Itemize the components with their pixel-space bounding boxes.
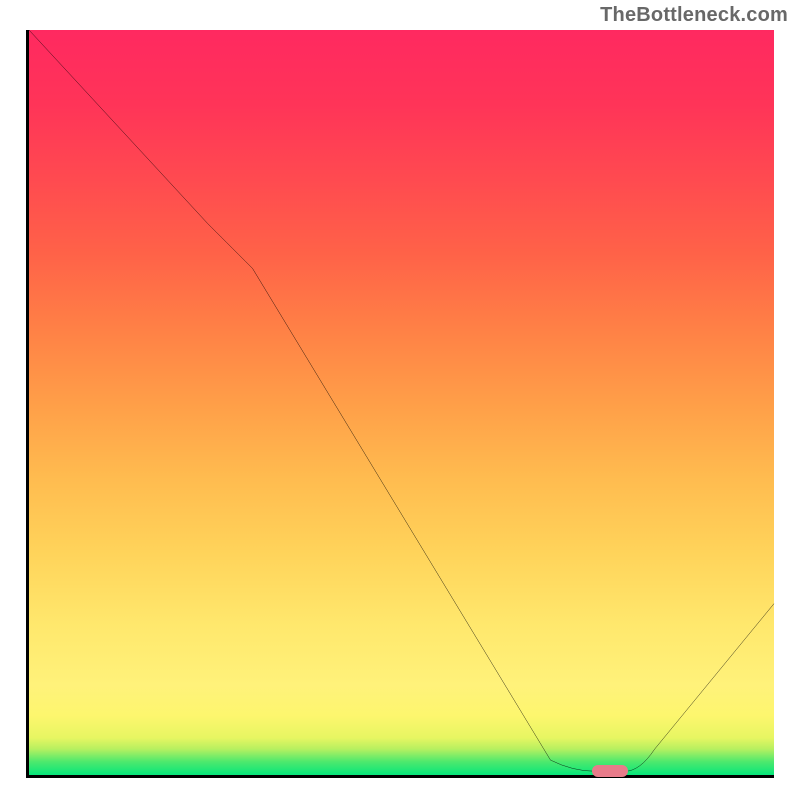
bottleneck-curve bbox=[29, 30, 774, 775]
minimum-marker bbox=[592, 765, 628, 777]
plot-area bbox=[26, 30, 774, 778]
watermark-text: TheBottleneck.com bbox=[600, 4, 788, 27]
